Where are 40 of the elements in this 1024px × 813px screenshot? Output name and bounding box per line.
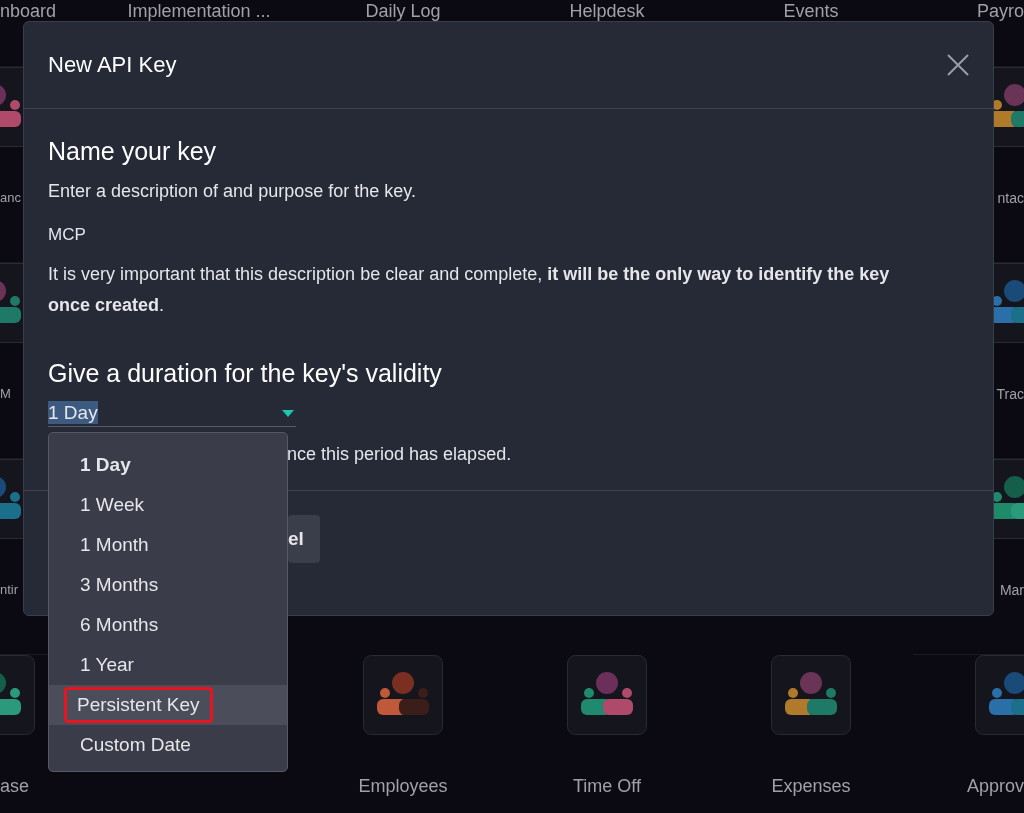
section-heading: Give a duration for the key's validity bbox=[48, 359, 442, 388]
app-label[interactable]: nboard bbox=[0, 0, 57, 22]
dropdown-option[interactable]: Persistent Key bbox=[49, 685, 287, 725]
app-label[interactable]: Implementation ... bbox=[127, 0, 271, 22]
close-icon[interactable] bbox=[947, 54, 969, 76]
app-label[interactable]: Daily Log bbox=[365, 0, 441, 22]
app-label[interactable]: Mar bbox=[999, 579, 1024, 601]
app-label[interactable]: ntac bbox=[997, 187, 1024, 209]
dropdown-option[interactable]: 6 Months bbox=[49, 605, 287, 645]
app-label[interactable]: Events bbox=[783, 0, 839, 22]
cancel-button[interactable]: el bbox=[288, 515, 320, 563]
dropdown-option[interactable]: Custom Date bbox=[49, 725, 287, 765]
dropdown-option[interactable]: 1 Week bbox=[49, 485, 287, 525]
app-icon[interactable] bbox=[567, 655, 647, 735]
section-heading: Name your key bbox=[48, 137, 217, 166]
app-label[interactable]: ase bbox=[0, 775, 30, 797]
app-label[interactable]: Time Off bbox=[573, 775, 641, 797]
app-label[interactable]: anc bbox=[0, 187, 21, 209]
app-label[interactable]: ntir bbox=[0, 579, 19, 601]
dropdown-option[interactable]: 1 Month bbox=[49, 525, 287, 565]
dropdown-option[interactable]: 1 Day bbox=[49, 445, 287, 485]
app-icon[interactable] bbox=[771, 655, 851, 735]
highlight-outline: Persistent Key bbox=[64, 687, 213, 723]
app-label[interactable]: Payro bbox=[976, 0, 1024, 22]
app-label[interactable]: Trac bbox=[996, 383, 1024, 405]
dropdown-option[interactable]: 3 Months bbox=[49, 565, 287, 605]
input-field[interactable]: MCP bbox=[48, 225, 348, 245]
caret-icon bbox=[282, 409, 294, 417]
app-icon[interactable] bbox=[363, 655, 443, 735]
app-label[interactable]: Helpdesk bbox=[569, 0, 645, 22]
note-text: It is very important that this description be clear and complete, it will be the only way to identify the key once created. bbox=[48, 263, 891, 317]
dropdown-option[interactable]: 1 Year bbox=[49, 645, 287, 685]
app-label[interactable]: M bbox=[0, 383, 11, 405]
hint-text: nce this period has elapsed. bbox=[287, 443, 512, 466]
dialog-title: New API Key bbox=[48, 52, 177, 78]
duration-select[interactable]: 1 Day bbox=[48, 402, 98, 424]
description-text: Enter a description of and purpose for the key. bbox=[48, 180, 416, 203]
app-label[interactable]: Expenses bbox=[771, 775, 851, 797]
app-label[interactable]: Approv bbox=[966, 775, 1024, 797]
app-label[interactable]: Employees bbox=[358, 775, 448, 797]
